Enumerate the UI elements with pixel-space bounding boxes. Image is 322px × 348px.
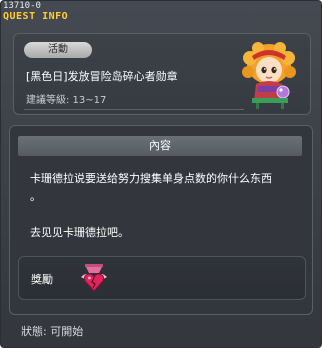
quest-summary-panel: 活動 [黑色日]发放冒险岛碎心者勋章 建議等級: 13~17 — [13, 33, 311, 115]
description-line-2: 。 — [30, 190, 41, 203]
reward-box: 獎勵 — [18, 256, 306, 300]
quest-content-panel: 內容 卡珊德拉说要送给努力搜集单身点数的你什么东西 。 去见见卡珊德拉吧。 獎勵 — [9, 125, 313, 315]
quest-name: [黑色日]发放冒险岛碎心者勋章 — [26, 70, 178, 83]
quest-category-badge: 活動 — [24, 42, 92, 58]
npc-portrait-icon — [242, 42, 296, 109]
summary-divider — [24, 109, 244, 110]
description-line-3: 去见见卡珊德拉吧。 — [30, 226, 129, 239]
reward-label: 獎勵 — [31, 273, 53, 286]
medal-heart-icon[interactable] — [77, 263, 111, 295]
content-header: 內容 — [18, 136, 302, 156]
quest-code: 13710-0 — [3, 1, 41, 11]
window-title: QUEST INFO — [3, 11, 69, 22]
quest-info-window: 13710-0 QUEST INFO 活動 [黑色日]发放冒险岛碎心者勋章 建議… — [0, 0, 322, 348]
description-line-1: 卡珊德拉说要送给努力搜集单身点数的你什么东西 — [30, 172, 272, 185]
quest-description: 卡珊德拉说要送给努力搜集单身点数的你什么东西 。 — [30, 170, 304, 206]
quest-status: 狀態: 可開始 — [21, 325, 84, 338]
recommended-level: 建議等級: 13~17 — [26, 95, 107, 106]
